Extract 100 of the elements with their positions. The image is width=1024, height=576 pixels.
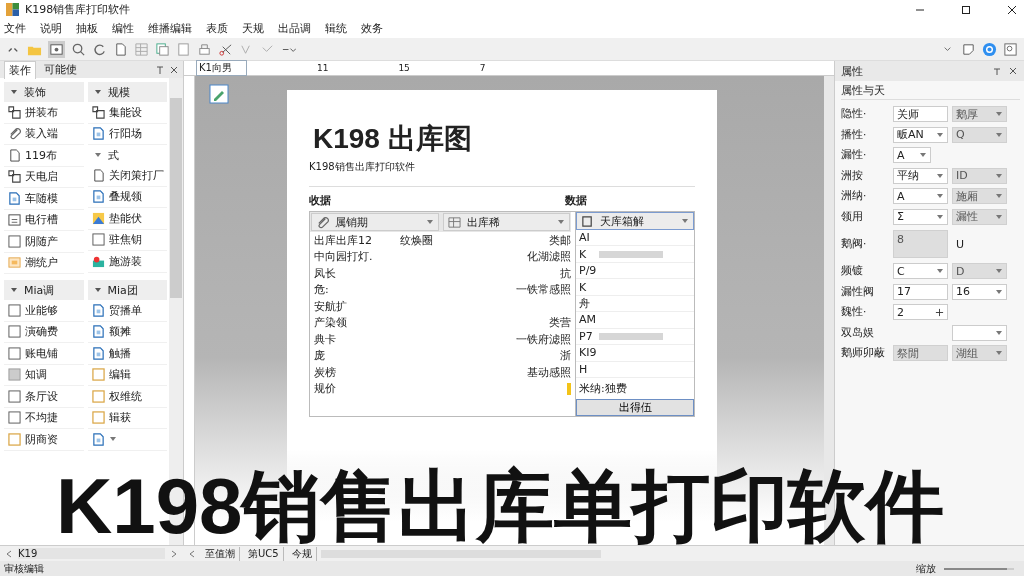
tool-item[interactable]: 权维统 [87, 386, 167, 408]
text-field[interactable]: 祭閒 [893, 345, 948, 362]
document-tab[interactable]: K1向男 [196, 60, 247, 76]
tool-item[interactable]: 车随模 [4, 188, 84, 210]
square-icon [91, 233, 105, 247]
dropdown[interactable]: D [952, 263, 1007, 280]
tool-item[interactable]: 垫能伏 [87, 208, 167, 230]
maximize-icon[interactable] [960, 3, 972, 16]
tool-item[interactable]: 不均捷 [4, 407, 84, 429]
dropdown[interactable]: 施厢 [952, 188, 1007, 205]
image-icon[interactable] [48, 40, 65, 58]
rotate-icon[interactable] [92, 41, 107, 57]
copy-icon[interactable] [155, 41, 170, 57]
note-icon[interactable] [961, 41, 976, 57]
close-icon[interactable] [169, 64, 179, 75]
dropdown[interactable]: Σ [893, 208, 948, 225]
section-header[interactable]: Mia团 [87, 280, 167, 300]
text-field[interactable]: 17 [893, 283, 948, 300]
tool-item[interactable]: 账电铺 [4, 343, 84, 365]
tool-item[interactable]: 潮统户 [4, 252, 84, 274]
tool-item[interactable]: 叠规领 [87, 186, 167, 208]
tool-item[interactable]: 触播 [87, 343, 167, 365]
dropdown[interactable]: A [893, 147, 931, 164]
tool-item[interactable]: 关闭策打厂 [87, 165, 167, 187]
menu-item[interactable]: 表质 [206, 21, 228, 36]
filter-dropdown[interactable]: 出库稀 [442, 213, 570, 231]
scroll-right-icon[interactable] [169, 548, 179, 559]
dropdown[interactable]: 鹅厚 [952, 106, 1007, 123]
dropdown[interactable]: Q [952, 126, 1007, 143]
tool-item[interactable]: 演确费 [4, 321, 84, 343]
dropdown[interactable]: 畈AN [893, 126, 948, 143]
filter-dropdown[interactable]: 天库箱解 [576, 212, 694, 230]
tool-item[interactable]: 拼装布 [4, 102, 84, 124]
tool-item[interactable]: 阴商资 [4, 429, 84, 451]
tool-item[interactable]: 编辑 [87, 364, 167, 386]
scroll-left-icon[interactable] [187, 548, 197, 559]
paste-icon[interactable] [176, 41, 191, 57]
dropdown[interactable]: A [893, 188, 948, 205]
print-icon[interactable] [197, 41, 212, 57]
scroll-left-icon[interactable] [4, 548, 14, 559]
preview-icon[interactable] [1003, 41, 1018, 57]
table-icon[interactable] [134, 41, 149, 57]
section-header[interactable]: 装饰 [4, 82, 84, 102]
tool-item[interactable]: 条厅设 [4, 386, 84, 408]
section-header[interactable]: Mia调 [4, 280, 84, 300]
search-icon[interactable] [71, 41, 86, 57]
square-icon [8, 411, 21, 425]
menu-item[interactable]: 编性 [112, 21, 134, 36]
tool-item[interactable]: 119布 [4, 145, 84, 167]
tool-item[interactable]: 集能设 [87, 102, 167, 124]
tool-item[interactable]: 装入端 [4, 123, 84, 145]
page-field[interactable]: K19 [18, 548, 165, 559]
tool-item[interactable]: 业能够 [4, 300, 84, 322]
edit-icon[interactable] [209, 84, 229, 104]
list-code: H [579, 362, 589, 376]
dropdown[interactable]: 漏性 [952, 208, 1007, 225]
close-icon[interactable] [1008, 66, 1018, 76]
help-icon[interactable] [982, 41, 997, 57]
sheet-tab[interactable]: 第UC5 [244, 546, 284, 561]
tool-item[interactable]: 天电启 [4, 166, 84, 188]
menu-item[interactable]: 天规 [242, 21, 264, 36]
pin-icon[interactable] [992, 66, 1002, 76]
tool-item[interactable]: 知调 [4, 364, 84, 386]
dropdown[interactable]: ID [952, 167, 1007, 184]
text-area[interactable]: 8 [893, 230, 948, 258]
tool-item[interactable]: 贸播单 [87, 300, 167, 322]
action-button[interactable]: 出得伍 [576, 399, 694, 416]
section-header[interactable]: 规模 [87, 82, 167, 102]
dropdown[interactable]: 16 [952, 283, 1007, 300]
zoom-slider[interactable] [944, 567, 1014, 570]
flag-marker[interactable] [567, 382, 571, 395]
filter-dropdown[interactable]: 属销期 [311, 213, 439, 231]
menu-item[interactable]: 维播编辑 [148, 21, 192, 36]
tool-item[interactable]: 阴随产 [4, 231, 84, 253]
menu-item[interactable]: 出品调 [278, 21, 311, 36]
scissors-icon[interactable] [218, 41, 233, 57]
tool-item[interactable]: 电行槽 [4, 209, 84, 231]
plus-icon[interactable] [935, 307, 944, 317]
dropdown[interactable]: 湖组 [952, 345, 1007, 362]
tool-item[interactable]: 施游装 [87, 251, 167, 273]
document-icon[interactable] [113, 41, 128, 57]
text-field[interactable]: 关师 [893, 106, 948, 123]
caret-icon [936, 130, 944, 139]
number-field[interactable]: 2 [893, 304, 948, 321]
sheet-tab[interactable]: 今规 [287, 546, 317, 561]
dropdown[interactable]: 平纳 [893, 167, 948, 184]
panel-tab[interactable]: 可能使 [40, 61, 81, 78]
list-code: AM [579, 313, 593, 327]
dropdown[interactable]: C [893, 263, 948, 280]
tool-item[interactable]: 额摊 [87, 321, 167, 343]
sheet-tab[interactable]: 至值潮 [201, 546, 240, 561]
field-value: 类邮 [549, 232, 571, 248]
close-icon[interactable] [1006, 3, 1018, 16]
menu-item[interactable]: 说明 [40, 21, 62, 36]
tool-item[interactable]: 驻焦钥 [87, 229, 167, 251]
menu-item[interactable]: 效务 [361, 21, 383, 36]
menu-item[interactable]: 辑统 [325, 21, 347, 36]
menu-item[interactable]: 文件 [4, 21, 26, 36]
tool-item[interactable]: 辑获 [87, 407, 167, 429]
menu-item[interactable]: 抽板 [76, 21, 98, 36]
